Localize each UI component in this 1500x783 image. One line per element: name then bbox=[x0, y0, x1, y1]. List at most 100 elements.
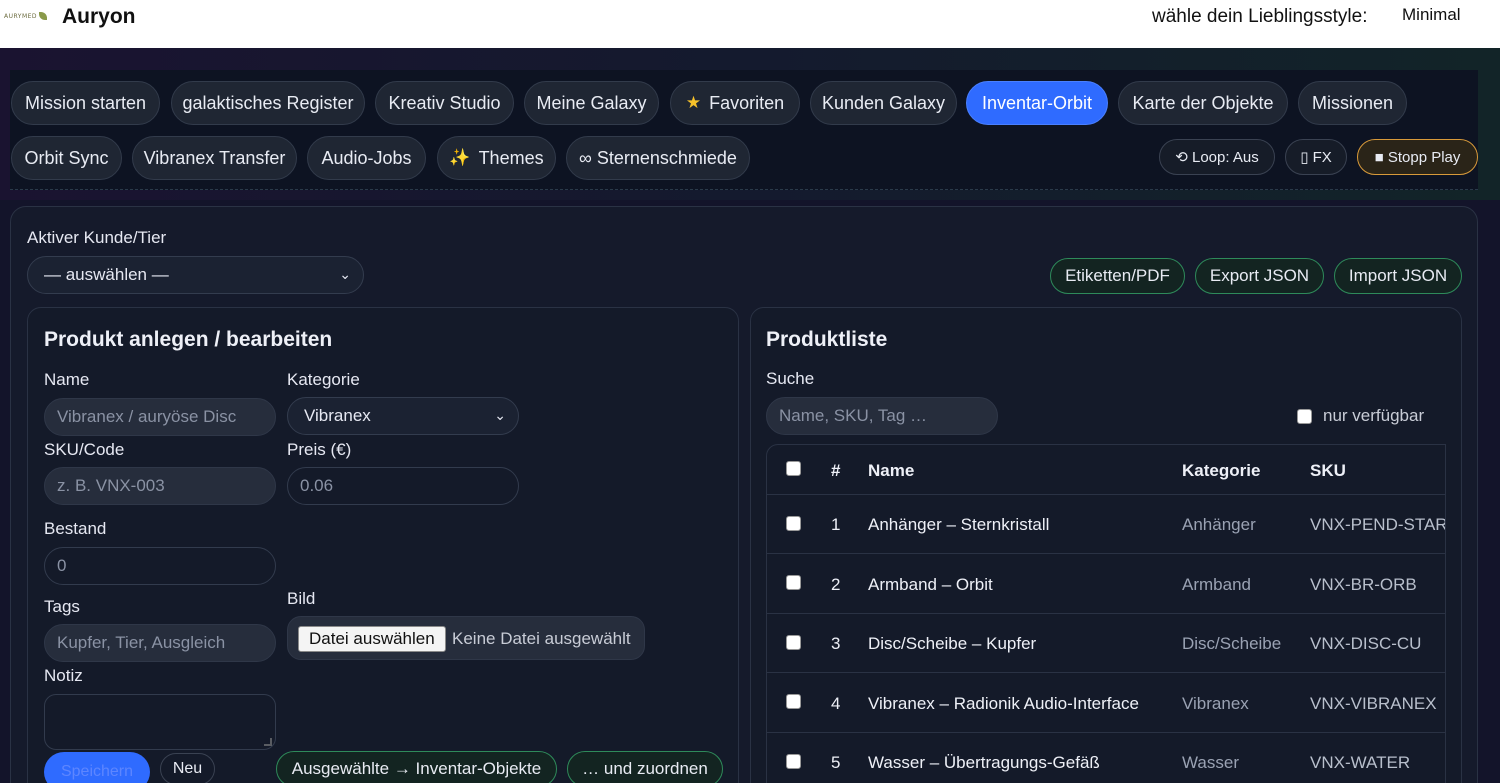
stop-label: ■ Stopp Play bbox=[1374, 148, 1461, 166]
column-header-sku: SKU bbox=[1310, 461, 1346, 480]
price-label: Preis (€) bbox=[287, 440, 352, 459]
image-file-input[interactable]: Datei auswählen Keine Datei ausgewählt bbox=[287, 616, 645, 660]
name-input[interactable]: Vibranex / auryöse Disc bbox=[44, 398, 276, 436]
row-checkbox[interactable] bbox=[786, 516, 801, 531]
nav-label: Kreativ Studio bbox=[388, 92, 501, 113]
stop-play-button[interactable]: ■ Stopp Play bbox=[1357, 139, 1478, 175]
nav-missionen[interactable]: Missionen bbox=[1298, 81, 1407, 125]
row-checkbox[interactable] bbox=[786, 635, 801, 650]
nav-kunden-galaxy[interactable]: Kunden Galaxy bbox=[810, 81, 957, 125]
search-placeholder: Name, SKU, Tag … bbox=[779, 406, 928, 425]
labels-pdf-button[interactable]: Etiketten/PDF bbox=[1050, 258, 1185, 294]
sku-placeholder: z. B. VNX-003 bbox=[57, 476, 165, 495]
select-all-checkbox[interactable] bbox=[786, 461, 801, 476]
fx-label: ▯ FX bbox=[1300, 149, 1332, 166]
tags-label: Tags bbox=[44, 597, 80, 616]
loop-toggle-button[interactable]: ⟲ Loop: Aus bbox=[1159, 139, 1275, 175]
row-sku: VNX-WATER bbox=[1310, 753, 1411, 772]
nav-galaktisches-register[interactable]: galaktisches Register bbox=[171, 81, 365, 125]
nav-label: Inventar-Orbit bbox=[981, 92, 1093, 113]
style-select[interactable]: Minimal bbox=[1394, 3, 1494, 29]
nav-label: Audio-Jobs bbox=[321, 147, 412, 168]
tags-placeholder: Kupfer, Tier, Ausgleich bbox=[57, 633, 226, 652]
nav-kreativ-studio[interactable]: Kreativ Studio bbox=[375, 81, 514, 125]
top-header: AURYMED Auryon wähle dein Lieblingsstyle… bbox=[0, 0, 1500, 48]
nav-label: Karte der Objekte bbox=[1132, 92, 1274, 113]
star-icon: ★ bbox=[685, 93, 702, 112]
nav-meine-galaxy[interactable]: Meine Galaxy bbox=[524, 81, 659, 125]
category-select-value: Vibranex bbox=[304, 406, 371, 425]
row-name: Wasser – Übertragungs-Gefäß bbox=[868, 753, 1100, 772]
row-category: Armband bbox=[1182, 575, 1251, 594]
form-title: Produkt anlegen / bearbeiten bbox=[44, 328, 333, 351]
row-number: 4 bbox=[831, 694, 841, 713]
row-category: Anhänger bbox=[1182, 515, 1256, 534]
nav-vibranex-transfer[interactable]: Vibranex Transfer bbox=[132, 136, 297, 180]
chevron-down-icon: ⌄ bbox=[339, 266, 351, 282]
category-select[interactable]: Vibranex ⌄ bbox=[287, 397, 519, 435]
row-divider bbox=[767, 613, 1445, 614]
fx-toggle-button[interactable]: ▯ FX bbox=[1285, 139, 1347, 175]
row-number: 5 bbox=[831, 753, 841, 772]
new-button[interactable]: Neu bbox=[160, 753, 215, 783]
row-checkbox[interactable] bbox=[786, 575, 801, 590]
row-divider bbox=[767, 553, 1445, 554]
export-json-label: Export JSON bbox=[1209, 266, 1310, 285]
logo: AURYMED bbox=[4, 9, 52, 23]
sku-input[interactable]: z. B. VNX-003 bbox=[44, 467, 276, 505]
nav-favoriten[interactable]: ★ Favoriten bbox=[670, 81, 800, 125]
row-divider bbox=[767, 494, 1445, 495]
file-choose-button[interactable]: Datei auswählen bbox=[298, 626, 446, 652]
row-number: 2 bbox=[831, 575, 841, 594]
assign-button[interactable]: … und zuordnen bbox=[567, 751, 723, 783]
nav-label: Favoriten bbox=[709, 92, 785, 113]
stock-placeholder: 0 bbox=[57, 556, 67, 575]
nav-themes[interactable]: ✨ Themes bbox=[437, 136, 556, 180]
export-json-button[interactable]: Export JSON bbox=[1195, 258, 1324, 294]
nav-mission-starten[interactable]: Mission starten bbox=[11, 81, 160, 125]
row-sku: VNX-VIBRANEX bbox=[1310, 694, 1437, 713]
row-category: Vibranex bbox=[1182, 694, 1249, 713]
new-label: Neu bbox=[172, 760, 203, 777]
price-input[interactable]: 0.06 bbox=[287, 467, 519, 505]
sparkles-icon: ✨ bbox=[449, 148, 471, 167]
customer-select-value: — auswählen — bbox=[44, 265, 169, 284]
leaf-icon bbox=[39, 12, 48, 20]
to-inventory-label: Ausgewählte → Inventar-Objekte bbox=[291, 759, 542, 778]
to-inventory-objects-button[interactable]: Ausgewählte → Inventar-Objekte bbox=[276, 751, 557, 783]
nav-karte-der-objekte[interactable]: Karte der Objekte bbox=[1118, 81, 1288, 125]
nav-audio-jobs[interactable]: Audio-Jobs bbox=[307, 136, 426, 180]
nav-label: Missionen bbox=[1311, 92, 1394, 113]
row-checkbox[interactable] bbox=[786, 754, 801, 769]
note-label: Notiz bbox=[44, 666, 83, 685]
import-json-button[interactable]: Import JSON bbox=[1334, 258, 1462, 294]
nav-sternenschmiede[interactable]: ∞ Sternenschmiede bbox=[566, 136, 750, 180]
price-placeholder: 0.06 bbox=[300, 476, 334, 495]
stock-input[interactable]: 0 bbox=[44, 547, 276, 585]
row-name: Disc/Scheibe – Kupfer bbox=[868, 634, 1037, 653]
customer-select[interactable]: — auswählen — ⌄ bbox=[27, 256, 364, 294]
nav-label: Meine Galaxy bbox=[536, 92, 647, 113]
resize-handle-icon[interactable] bbox=[264, 738, 272, 746]
column-header-name: Name bbox=[868, 461, 915, 480]
nav-label: Kunden Galaxy bbox=[821, 92, 946, 113]
tags-input[interactable]: Kupfer, Tier, Ausgleich bbox=[44, 624, 276, 662]
style-select-label: wähle dein Lieblingsstyle: bbox=[1152, 6, 1368, 27]
search-label: Suche bbox=[766, 369, 815, 388]
nav-orbit-sync[interactable]: Orbit Sync bbox=[11, 136, 122, 180]
file-status: Keine Datei ausgewählt bbox=[452, 629, 631, 648]
stock-label: Bestand bbox=[44, 519, 107, 538]
row-divider bbox=[767, 732, 1445, 733]
row-name: Anhänger – Sternkristall bbox=[868, 515, 1050, 534]
available-only-checkbox[interactable] bbox=[1297, 409, 1312, 424]
row-number: 3 bbox=[831, 634, 841, 653]
nav-inventar-orbit[interactable]: Inventar-Orbit bbox=[966, 81, 1108, 125]
note-textarea[interactable] bbox=[44, 694, 276, 750]
list-title: Produktliste bbox=[766, 328, 888, 351]
image-label: Bild bbox=[287, 589, 316, 608]
labels-pdf-label: Etiketten/PDF bbox=[1065, 266, 1170, 285]
row-checkbox[interactable] bbox=[786, 694, 801, 709]
search-input[interactable]: Name, SKU, Tag … bbox=[766, 397, 998, 435]
loop-label: ⟲ Loop: Aus bbox=[1175, 149, 1259, 166]
save-button[interactable]: Speichern bbox=[44, 752, 150, 783]
